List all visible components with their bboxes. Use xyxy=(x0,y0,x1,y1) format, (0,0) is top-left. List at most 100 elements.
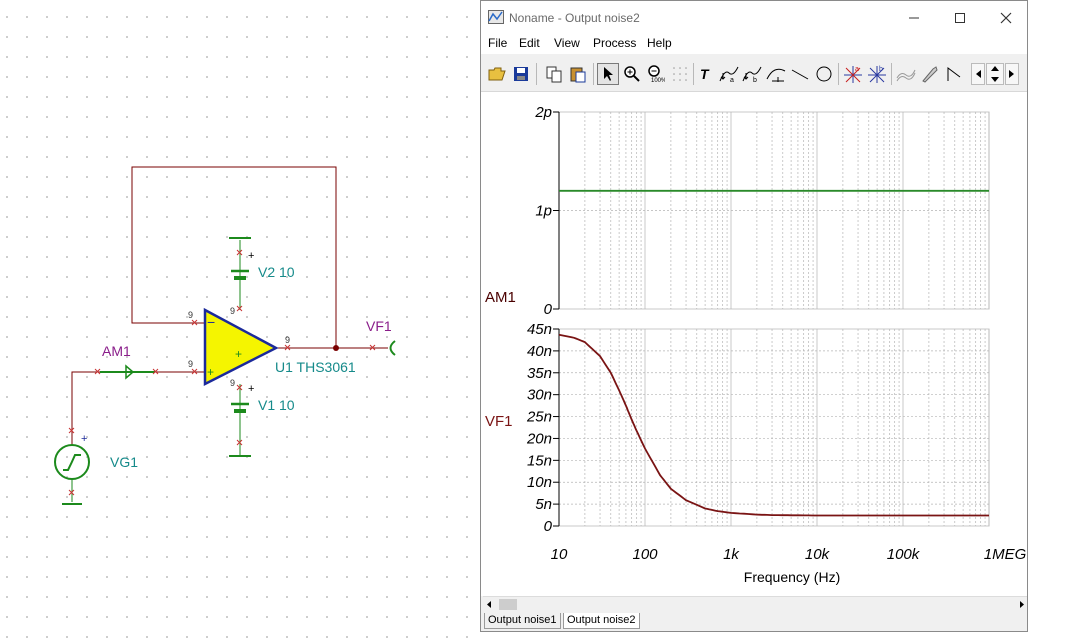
pointer-button[interactable] xyxy=(597,63,619,85)
y-tick-label: 15n xyxy=(527,452,552,469)
minimize-button[interactable] xyxy=(891,1,937,34)
opamp-plus-in: + xyxy=(207,365,214,379)
horizontal-scrollbar[interactable] xyxy=(483,596,1027,612)
y-tick-label: 0 xyxy=(544,301,553,318)
scrollbar-track xyxy=(487,599,1024,610)
y-tick-label: 30n xyxy=(527,387,552,404)
input-wire xyxy=(71,371,205,445)
tab-bar: Output noise1 Output noise2 xyxy=(481,612,1027,631)
paste-button[interactable] xyxy=(567,63,589,85)
x-tick-label: 1MEG xyxy=(984,546,1027,563)
x-tick-label: 10k xyxy=(805,546,831,563)
cursor-b-button[interactable]: b xyxy=(741,63,763,85)
grid-button[interactable] xyxy=(669,63,691,85)
circle-icon xyxy=(816,66,832,82)
plot-area[interactable]: 2p 1p 0 AM1 45n 40n 35n 30n 25n 20n 15n 10n 5n 0 VF1 10… xyxy=(481,92,1027,596)
schematic-canvas[interactable]: − + + + + + 9 9 9 9 9 V2 10 V1 10 U1 THS… xyxy=(0,0,480,644)
vg1-plus-sign: + xyxy=(81,433,87,445)
u1-label[interactable]: U1 THS3061 xyxy=(275,359,356,375)
app-icon xyxy=(488,10,504,24)
vg1-label[interactable]: VG1 xyxy=(110,454,138,470)
text-button[interactable]: T xyxy=(695,63,717,85)
probe-button[interactable] xyxy=(919,63,941,85)
curve-button[interactable] xyxy=(765,63,787,85)
save-icon xyxy=(514,67,528,81)
line-icon xyxy=(791,69,809,80)
plot-frame xyxy=(558,328,990,527)
feedback-wire xyxy=(131,166,337,348)
pin-number: 9 xyxy=(230,306,236,316)
noise-charts: 2p 1p 0 AM1 45n 40n 35n 30n 25n 20n 15n 10n 5n 0 VF1 10… xyxy=(485,104,1027,585)
junction-dot xyxy=(333,345,339,351)
save-button[interactable] xyxy=(510,63,532,85)
x-axis-label: Frequency (Hz) xyxy=(744,569,840,585)
maximize-icon xyxy=(955,12,965,23)
y-tick-label: 45n xyxy=(527,321,552,338)
v2-plus-sign: + xyxy=(248,250,254,262)
scroll-up-down-icon xyxy=(991,66,999,82)
menu-process[interactable]: Process xyxy=(593,36,636,50)
circle-button[interactable] xyxy=(813,63,835,85)
tab-output-noise1[interactable]: Output noise1 xyxy=(484,613,561,629)
scroll-left-arrow-icon xyxy=(487,601,491,608)
y-tick-label: 0 xyxy=(544,518,553,535)
marker-b-icon: b xyxy=(868,66,886,83)
tab-output-noise2[interactable]: Output noise2 xyxy=(563,613,640,629)
y-tick-label: 1p xyxy=(535,203,552,220)
zoom-100-button[interactable]: 100% xyxy=(645,63,667,85)
y-axis-label: VF1 xyxy=(485,413,513,430)
flag-button[interactable] xyxy=(943,63,965,85)
y-tick-label: 2p xyxy=(534,104,552,121)
line-button[interactable] xyxy=(789,63,811,85)
marker-a-icon: a xyxy=(844,66,862,83)
grid-icon xyxy=(673,67,687,81)
x-tick-label: 1k xyxy=(723,546,740,563)
text-icon: T xyxy=(700,66,710,82)
cursor-a-button[interactable]: a xyxy=(718,63,740,85)
am1-label[interactable]: AM1 xyxy=(102,343,131,359)
open-button[interactable] xyxy=(486,63,508,85)
curve-icon xyxy=(766,68,786,82)
x-tick-label: 100 xyxy=(632,546,658,563)
svg-text:b: b xyxy=(879,66,883,73)
scroll-up-down-button[interactable] xyxy=(986,63,1004,85)
close-icon xyxy=(1000,12,1012,23)
copy-button[interactable] xyxy=(543,63,565,85)
svg-text:a: a xyxy=(730,77,734,83)
voltmeter-vf1 xyxy=(389,340,396,356)
marker-a-button[interactable]: a xyxy=(842,63,864,85)
generator-wave xyxy=(63,454,81,471)
series-line xyxy=(558,333,989,517)
v2-label[interactable]: V2 10 xyxy=(258,264,295,280)
scroll-left-button[interactable] xyxy=(971,63,985,85)
scroll-right-button[interactable] xyxy=(1005,63,1019,85)
open-icon xyxy=(488,67,506,81)
wave-button[interactable] xyxy=(895,63,917,85)
v1-label[interactable]: V1 10 xyxy=(258,397,295,413)
menu-bar: File Edit View Process Help xyxy=(481,34,1027,54)
flag-icon xyxy=(947,67,961,81)
minimize-icon xyxy=(909,17,919,18)
marker-b-button[interactable]: b xyxy=(866,63,888,85)
x-tick-label: 100k xyxy=(887,546,921,563)
menu-view[interactable]: View xyxy=(554,36,580,50)
svg-text:b: b xyxy=(753,77,757,83)
zoom-in-button[interactable] xyxy=(621,63,643,85)
y-tick-label: 5n xyxy=(535,496,552,513)
diagram-window: Noname - Output noise2 File Edit View Pr… xyxy=(480,0,1028,632)
y-axis-label: AM1 xyxy=(485,289,516,306)
cursor-a-icon: a xyxy=(719,66,739,83)
menu-help[interactable]: Help xyxy=(647,36,672,50)
vf1-label[interactable]: VF1 xyxy=(366,318,392,334)
maximize-button[interactable] xyxy=(937,1,983,34)
close-button[interactable] xyxy=(983,1,1029,34)
scroll-thumb xyxy=(499,599,517,610)
svg-text:T: T xyxy=(700,66,710,82)
menu-file[interactable]: File xyxy=(488,36,507,50)
wave-icon xyxy=(896,69,916,82)
menu-edit[interactable]: Edit xyxy=(519,36,540,50)
y-tick-label: 35n xyxy=(527,365,552,382)
x-tick-label: 10 xyxy=(551,546,568,563)
title-bar[interactable]: Noname - Output noise2 xyxy=(481,1,1027,34)
window-title: Noname - Output noise2 xyxy=(509,11,640,25)
